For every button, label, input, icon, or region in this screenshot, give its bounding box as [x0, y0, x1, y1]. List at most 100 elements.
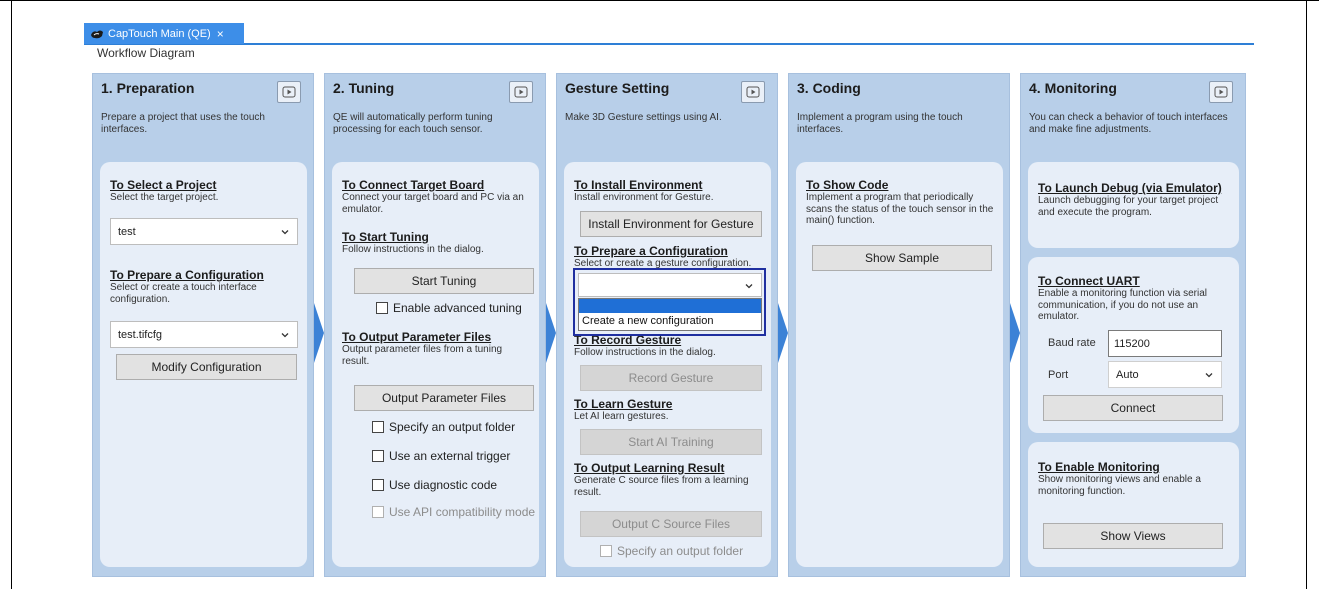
checkbox-box[interactable]	[372, 479, 384, 491]
checkbox-box[interactable]	[372, 450, 384, 462]
step-panel: To Select a Project Select the target pr…	[100, 162, 307, 567]
step-panel: To Show Code Implement a program that pe…	[796, 162, 1003, 567]
prepare-gesture-config-link[interactable]: To Prepare a Configuration	[574, 244, 728, 258]
column-monitoring: 4. Monitoring You can check a behavior o…	[1020, 73, 1246, 577]
checkbox-label: Use API compatibility mode	[389, 505, 536, 519]
checkbox-box	[372, 506, 384, 518]
diagnostic-code-checkbox[interactable]: Use diagnostic code	[372, 478, 497, 492]
column-description: Implement a program using the touch inte…	[797, 112, 963, 135]
launch-debug-link[interactable]: To Launch Debug (via Emulator)	[1038, 181, 1222, 195]
checkbox-box	[600, 545, 612, 557]
prepare-config-link[interactable]: To Prepare a Configuration	[110, 268, 264, 282]
enable-monitoring-link[interactable]: To Enable Monitoring	[1038, 460, 1160, 474]
baud-rate-input[interactable]: 115200	[1108, 330, 1222, 357]
show-code-desc: Implement a program that periodically sc…	[806, 192, 994, 226]
connect-target-link[interactable]: To Connect Target Board	[342, 178, 484, 192]
config-select[interactable]: test.tifcfg	[110, 321, 298, 348]
workflow-diagram: 1. Preparation Prepare a project that us…	[90, 63, 1247, 577]
flow-arrow	[778, 303, 788, 363]
column-description: Make 3D Gesture settings using AI.	[565, 112, 722, 123]
view-title: Workflow Diagram	[97, 46, 195, 60]
external-trigger-checkbox[interactable]: Use an external trigger	[372, 449, 510, 463]
baud-rate-label: Baud rate	[1048, 337, 1096, 349]
output-parameter-link[interactable]: To Output Parameter Files	[342, 330, 491, 344]
column-description: QE will automatically perform tuning pro…	[333, 112, 493, 135]
port-select[interactable]: Auto	[1108, 361, 1222, 388]
show-sample-button[interactable]: Show Sample	[812, 245, 992, 271]
output-learning-link[interactable]: To Output Learning Result	[574, 461, 724, 475]
frame-left	[11, 0, 12, 589]
frame-top	[0, 0, 1319, 1]
show-code-link[interactable]: To Show Code	[806, 178, 888, 192]
column-description: Prepare a project that uses the touch in…	[101, 112, 265, 135]
connect-uart-desc: Enable a monitoring function via serial …	[1038, 288, 1207, 322]
checkbox-label: Specify an output folder	[389, 420, 516, 434]
close-icon[interactable]: ×	[217, 27, 224, 41]
output-c-source-button: Output C Source Files	[580, 511, 762, 537]
launch-debug-desc: Launch debugging for your target project…	[1038, 195, 1219, 218]
step-panel: To Connect Target Board Connect your tar…	[332, 162, 539, 567]
video-icon	[282, 86, 296, 98]
enable-monitoring-desc: Show monitoring views and enable a monit…	[1038, 474, 1201, 497]
select-project-desc: Select the target project.	[110, 192, 219, 203]
show-views-button[interactable]: Show Views	[1043, 523, 1223, 549]
chevron-down-icon	[1205, 373, 1213, 378]
select-project-link[interactable]: To Select a Project	[110, 178, 216, 192]
chevron-down-icon	[281, 333, 289, 338]
editor-tab-bar: CapTouch Main (QE) ×	[84, 23, 1254, 45]
start-tuning-button[interactable]: Start Tuning	[354, 268, 534, 294]
output-parameter-files-button[interactable]: Output Parameter Files	[354, 385, 534, 411]
modify-configuration-button[interactable]: Modify Configuration	[116, 354, 297, 380]
checkbox-label: Specify an output folder	[617, 544, 744, 558]
gesture-output-folder-checkbox: Specify an output folder	[600, 544, 743, 558]
enable-monitoring-panel: To Enable Monitoring Show monitoring vie…	[1028, 442, 1239, 567]
video-button[interactable]	[1209, 81, 1233, 103]
uart-panel: To Connect UART Enable a monitoring func…	[1028, 257, 1239, 433]
output-parameter-desc: Output parameter files from a tuning res…	[342, 344, 503, 367]
connect-uart-link[interactable]: To Connect UART	[1038, 274, 1140, 288]
specify-output-folder-checkbox[interactable]: Specify an output folder	[372, 420, 515, 434]
video-button[interactable]	[741, 81, 765, 103]
column-title: 2. Tuning	[333, 80, 395, 96]
install-environment-button[interactable]: Install Environment for Gesture	[580, 211, 762, 237]
column-tuning: 2. Tuning QE will automatically perform …	[324, 73, 546, 577]
chevron-down-icon	[281, 230, 289, 235]
project-select-value: test	[118, 225, 136, 238]
flow-arrow	[1010, 303, 1020, 363]
advanced-tuning-checkbox[interactable]: Enable advanced tuning	[376, 301, 522, 315]
video-icon	[746, 86, 760, 98]
start-tuning-link[interactable]: To Start Tuning	[342, 230, 429, 244]
tab-app-icon	[91, 30, 103, 38]
column-title: 3. Coding	[797, 80, 861, 96]
video-button[interactable]	[277, 81, 301, 103]
column-title: 1. Preparation	[101, 80, 195, 96]
start-ai-training-button: Start AI Training	[580, 429, 762, 455]
connect-button[interactable]: Connect	[1043, 395, 1223, 421]
flow-arrow	[546, 303, 556, 363]
video-icon	[514, 86, 528, 98]
record-gesture-desc: Follow instructions in the dialog.	[574, 347, 716, 358]
tab-captouch-main[interactable]: CapTouch Main (QE) ×	[84, 23, 244, 44]
checkbox-label: Enable advanced tuning	[393, 301, 522, 315]
project-select[interactable]: test	[110, 218, 298, 245]
column-title: Gesture Setting	[565, 80, 670, 96]
column-gesture-setting: Gesture Setting Make 3D Gesture settings…	[556, 73, 778, 577]
connect-target-desc: Connect your target board and PC via an …	[342, 192, 524, 215]
learn-gesture-link[interactable]: To Learn Gesture	[574, 397, 672, 411]
install-environment-link[interactable]: To Install Environment	[574, 178, 702, 192]
video-button[interactable]	[509, 81, 533, 103]
column-coding: 3. Coding Implement a program using the …	[788, 73, 1010, 577]
column-title: 4. Monitoring	[1029, 80, 1117, 96]
learn-gesture-desc: Let AI learn gestures.	[574, 411, 669, 422]
prepare-config-desc: Select or create a touch interface confi…	[110, 282, 257, 305]
video-icon	[1214, 86, 1228, 98]
checkbox-label: Use an external trigger	[389, 449, 511, 463]
flow-arrow	[314, 303, 324, 363]
port-label: Port	[1048, 369, 1069, 381]
config-select-value: test.tifcfg	[118, 328, 163, 341]
checkbox-box[interactable]	[372, 421, 384, 433]
checkbox-label: Use diagnostic code	[389, 478, 498, 492]
output-learning-desc: Generate C source files from a learning …	[574, 475, 749, 498]
tab-title: CapTouch Main (QE)	[108, 27, 211, 40]
checkbox-box[interactable]	[376, 302, 388, 314]
